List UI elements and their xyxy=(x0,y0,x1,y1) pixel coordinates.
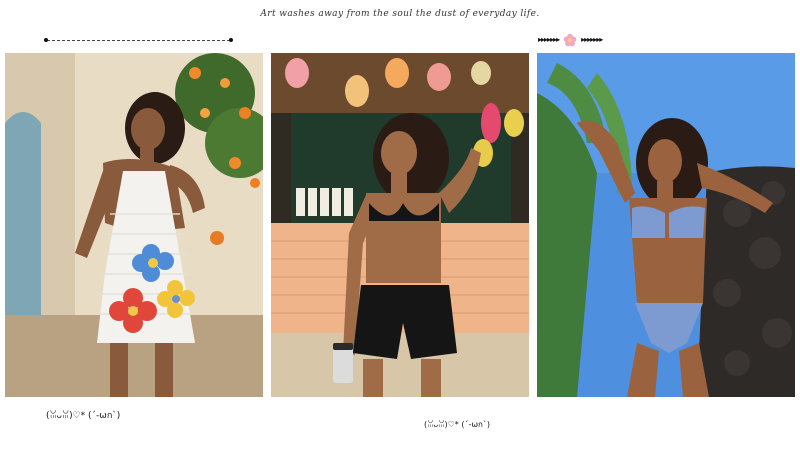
divider-line xyxy=(47,40,230,41)
caption-kaomoji-right: (ꈍᴗꈍ)♡* (´-ωก`) xyxy=(424,420,491,429)
arrow-run-right: ▸▸▸▸▸▸▸ xyxy=(581,35,603,44)
photo-crochet-dress xyxy=(5,53,263,397)
divider-dot-right xyxy=(229,38,233,42)
arrow-divider: ▸▸▸▸▸▸▸ ▸▸▸▸▸▸▸ xyxy=(538,33,698,47)
divider-dot-left xyxy=(44,38,48,42)
pink-flower-icon xyxy=(563,33,577,47)
jars xyxy=(296,188,353,216)
page-quote: Art washes away from the soul the dust o… xyxy=(260,9,540,19)
photo-denim-bikini xyxy=(537,53,795,397)
caption-kaomoji-left: (ꈍᴗꈍ)♡* (´-ωก`) xyxy=(46,411,121,421)
dotted-divider xyxy=(44,37,233,43)
photo-black-swimsuit xyxy=(271,53,529,397)
arrow-run-left: ▸▸▸▸▸▸▸ xyxy=(538,35,560,44)
